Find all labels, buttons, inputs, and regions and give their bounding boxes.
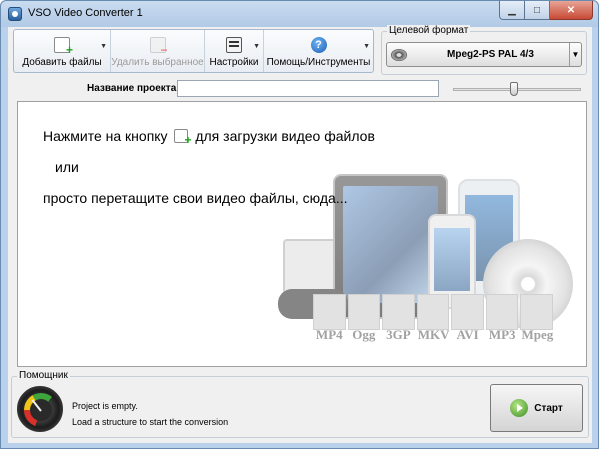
format-3gp: 3GP bbox=[382, 294, 415, 342]
title-bar[interactable]: VSO Video Converter 1 ▁ □ ✕ bbox=[1, 1, 598, 27]
chevron-down-icon[interactable]: ▼ bbox=[100, 43, 107, 50]
drop-instruction-line2: или bbox=[55, 159, 79, 175]
main-client-area: Добавить файлы ▼ Удалить выбранное Настр… bbox=[8, 25, 592, 443]
drop-line1-after: для загрузки видео файлов bbox=[195, 128, 375, 144]
start-icon bbox=[510, 399, 529, 417]
window-title: VSO Video Converter 1 bbox=[28, 7, 143, 19]
format-strip: MP4 Ogg 3GP MKV AVI MP3 Mpeg bbox=[313, 294, 553, 342]
window-controls: ▁ □ ✕ bbox=[499, 1, 593, 20]
target-format-group: Целевой формат Mpeg2-PS PAL 4/3 ▼ bbox=[381, 25, 587, 75]
app-icon bbox=[8, 7, 22, 21]
target-format-value: Mpeg2-PS PAL 4/3 bbox=[447, 49, 534, 60]
drop-instruction-line3: просто перетащите свои видео файлы, сюда… bbox=[43, 190, 348, 206]
format-mpeg: Mpeg bbox=[520, 294, 553, 342]
status-gauge-icon bbox=[17, 386, 63, 432]
start-button[interactable]: Старт bbox=[490, 384, 583, 432]
minimize-button[interactable]: ▁ bbox=[499, 1, 525, 20]
start-label: Старт bbox=[534, 402, 563, 414]
dropdown-arrow-icon[interactable]: ▼ bbox=[569, 43, 581, 66]
help-tools-button[interactable]: ? Помощь/Инструменты ▼ bbox=[264, 30, 373, 72]
maximize-icon: □ bbox=[533, 4, 541, 16]
help-tools-label: Помощь/Инструменты bbox=[266, 57, 371, 68]
add-file-icon[interactable] bbox=[174, 129, 191, 147]
target-format-select[interactable]: Mpeg2-PS PAL 4/3 ▼ bbox=[386, 42, 582, 67]
settings-button[interactable]: Настройки ▼ bbox=[205, 30, 264, 72]
remove-selected-button[interactable]: Удалить выбранное bbox=[111, 30, 205, 72]
app-window: VSO Video Converter 1 ▁ □ ✕ Добавить фай… bbox=[0, 0, 599, 449]
project-name-label: Название проекта: bbox=[87, 83, 180, 94]
settings-icon bbox=[226, 37, 242, 53]
remove-selected-label: Удалить выбранное bbox=[111, 57, 204, 68]
drop-line1-before: Нажмите на кнопку bbox=[43, 128, 168, 144]
help-icon: ? bbox=[310, 37, 327, 53]
assistant-group: Помощник Project is empty. Load a struct… bbox=[11, 370, 589, 438]
format-avi: AVI bbox=[451, 294, 484, 342]
main-toolbar: Добавить файлы ▼ Удалить выбранное Настр… bbox=[13, 29, 374, 73]
format-mkv: MKV bbox=[416, 294, 450, 342]
assistant-legend: Помощник bbox=[17, 370, 70, 381]
target-format-legend: Целевой формат bbox=[387, 25, 471, 36]
maximize-button[interactable]: □ bbox=[525, 1, 550, 20]
drop-instruction-line1: Нажмите на кнопку для загрузки видео фай… bbox=[43, 128, 375, 147]
minimize-icon: ▁ bbox=[508, 4, 516, 16]
settings-label: Настройки bbox=[209, 57, 259, 68]
remove-file-icon bbox=[149, 37, 168, 57]
project-name-input[interactable] bbox=[177, 80, 439, 97]
format-mp4: MP4 bbox=[313, 294, 346, 342]
slider-thumb[interactable] bbox=[510, 82, 518, 96]
file-drop-area[interactable]: MP4 Ogg 3GP MKV AVI MP3 Mpeg Нажмите на … bbox=[17, 101, 587, 367]
chevron-down-icon[interactable]: ▼ bbox=[363, 43, 370, 50]
dvd-icon bbox=[391, 49, 407, 61]
assistant-status-text: Project is empty. bbox=[72, 401, 138, 411]
close-icon: ✕ bbox=[566, 4, 576, 16]
chevron-down-icon[interactable]: ▼ bbox=[253, 43, 260, 50]
format-mp3: MP3 bbox=[485, 294, 519, 342]
assistant-hint-text: Load a structure to start the conversion bbox=[72, 417, 229, 427]
add-files-label: Добавить файлы bbox=[22, 57, 102, 68]
close-button[interactable]: ✕ bbox=[550, 1, 593, 20]
format-ogg: Ogg bbox=[347, 294, 381, 342]
add-file-icon bbox=[54, 37, 73, 57]
add-files-button[interactable]: Добавить файлы ▼ bbox=[14, 30, 111, 72]
